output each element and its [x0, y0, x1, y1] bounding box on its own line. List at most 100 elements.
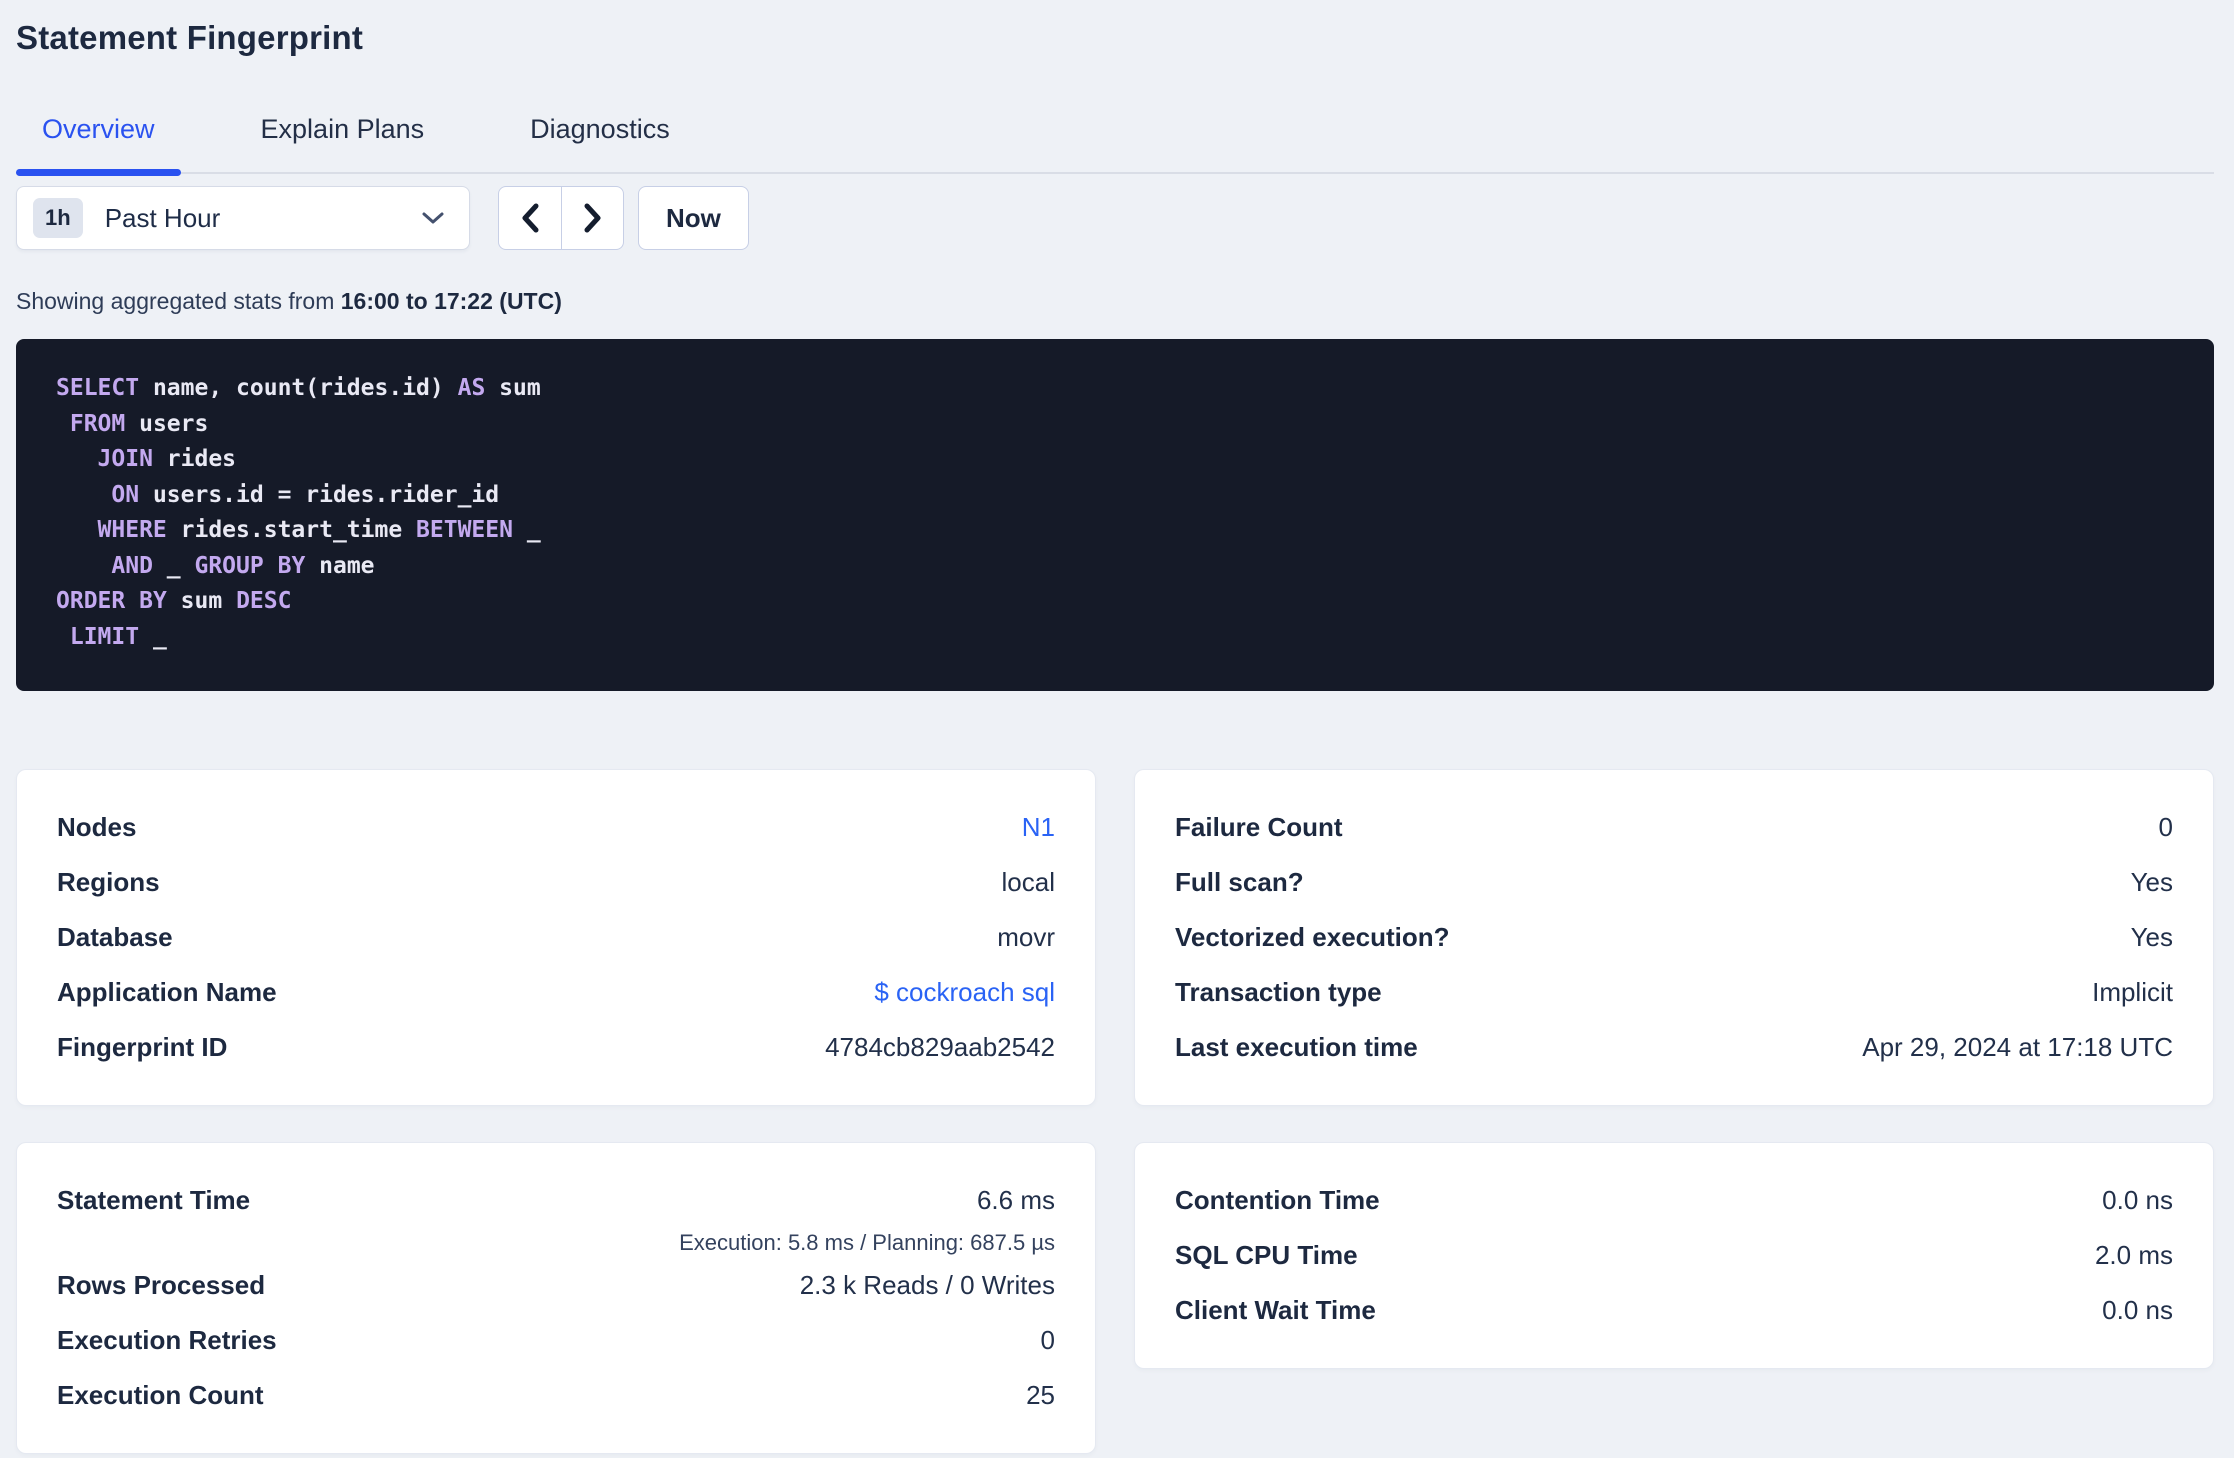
row-value-column: 2.0 ms — [2095, 1240, 2173, 1271]
row-value-column: 4784cb829aab2542 — [825, 1032, 1055, 1063]
previous-range-button[interactable] — [499, 187, 561, 249]
execution-attributes-card: Failure Count 0 Full scan? Yes Vectorized ex… — [1134, 769, 2214, 1106]
tab-overview[interactable]: Overview — [16, 114, 181, 176]
sql-line: FROM users — [69, 410, 209, 437]
row-value-column: 0.0 ns — [2102, 1295, 2173, 1326]
next-range-button[interactable] — [561, 187, 623, 249]
wait-times-card: Contention Time 0.0 ns SQL CPU Time 2.0 ms C… — [1134, 1142, 2214, 1369]
info-row: Failure Count 0 — [1175, 800, 2173, 855]
row-label: Last execution time — [1175, 1032, 1418, 1062]
row-label: Execution Retries — [57, 1325, 277, 1355]
chevron-down-icon — [422, 212, 444, 224]
row-value: 2.0 ms — [2094, 1240, 2173, 1270]
time-range-badge: 1h — [33, 198, 83, 238]
row-label: Failure Count — [1175, 812, 1343, 842]
caption-range: 16:00 to 17:22 (UTC) — [340, 288, 562, 314]
aggregated-stats-caption: Showing aggregated stats from 16:00 to 1… — [16, 288, 2214, 315]
row-value-link[interactable]: $ cockroach sql — [874, 977, 1055, 1008]
row-value: 0 — [2158, 812, 2173, 842]
info-row: Database movr — [57, 910, 1055, 965]
row-label: Regions — [57, 867, 160, 897]
chevron-right-icon — [584, 203, 600, 233]
row-value-column: Yes — [2131, 922, 2173, 953]
row-value: 0.0 ns — [2102, 1185, 2173, 1215]
time-controls: 1h Past Hour Now — [16, 186, 2214, 250]
statement-fingerprint-page: Statement Fingerprint Overview Explain Pl… — [0, 0, 2234, 1454]
row-value-column: $ cockroach sql — [874, 977, 1055, 1008]
info-row: SQL CPU Time 2.0 ms — [1175, 1228, 2173, 1283]
row-value: Yes — [2130, 922, 2173, 952]
row-subvalue: Execution: 5.8 ms / Planning: 687.5 µs — [679, 1230, 1055, 1255]
info-row: Client Wait Time 0.0 ns — [1175, 1283, 2173, 1338]
row-value: 0 — [1040, 1325, 1055, 1355]
tab-bar: Overview Explain Plans Diagnostics — [16, 114, 2214, 176]
row-value-column: 0 — [1041, 1325, 1055, 1356]
timing-cards-row: Statement Time 6.6 ms Execution: 5.8 ms / … — [16, 1142, 2214, 1454]
row-label: Contention Time — [1175, 1185, 1380, 1215]
row-label: Full scan? — [1175, 867, 1304, 897]
sql-line: SELECT name, count(rides.id) AS sum — [56, 375, 541, 401]
row-label: Execution Count — [57, 1380, 264, 1410]
row-value: Apr 29, 2024 at 17:18 UTC — [1862, 1032, 2173, 1062]
row-value-column: 6.6 ms Execution: 5.8 ms / Planning: 687.… — [679, 1173, 1055, 1258]
row-value: 4784cb829aab2542 — [825, 1032, 1055, 1062]
row-value-column: 2.3 k Reads / 0 Writes — [800, 1270, 1055, 1301]
row-value-column: local — [1002, 867, 1055, 898]
info-row: Transaction type Implicit — [1175, 965, 2173, 1020]
info-row: Statement Time 6.6 ms Execution: 5.8 ms / … — [57, 1173, 1055, 1258]
chevron-left-icon — [522, 203, 539, 233]
sql-line: AND _ GROUP BY name — [111, 552, 375, 579]
row-value-column: movr — [997, 922, 1055, 953]
statement-timing-card: Statement Time 6.6 ms Execution: 5.8 ms / … — [16, 1142, 1096, 1454]
row-value: local — [1001, 867, 1055, 897]
info-row: Application Name $ cockroach sql — [57, 965, 1055, 1020]
info-row: Fingerprint ID 4784cb829aab2542 — [57, 1020, 1055, 1075]
tab-explain-plans[interactable]: Explain Plans — [235, 114, 451, 172]
row-value-column: N1 — [1022, 812, 1055, 843]
time-step-buttons — [498, 186, 624, 250]
row-label: Database — [57, 922, 173, 952]
info-row: Regions local — [57, 855, 1055, 910]
sql-line: ORDER BY sum DESC — [56, 588, 292, 614]
sql-line: ON users.id = rides.rider_id — [111, 481, 500, 508]
row-label: Rows Processed — [57, 1270, 266, 1300]
row-value-link[interactable]: N1 — [1022, 812, 1055, 843]
sql-statement-box: SELECT name, count(rides.id) AS sum FROM… — [16, 339, 2214, 691]
row-value-column: 0.0 ns — [2102, 1185, 2173, 1216]
row-value-column: 25 — [1026, 1380, 1055, 1411]
row-value: Yes — [2130, 867, 2173, 897]
info-row: Nodes N1 — [57, 800, 1055, 855]
row-label: Application Name — [57, 977, 277, 1007]
info-row: Execution Count 25 — [57, 1368, 1055, 1423]
sql-line: JOIN rides — [97, 446, 237, 472]
sql-line: WHERE rides.start_time BETWEEN _ — [97, 517, 541, 543]
row-value-column: Implicit — [2092, 977, 2173, 1008]
info-row: Last execution time Apr 29, 2024 at 17:18… — [1175, 1020, 2173, 1075]
time-range-label: Past Hour — [104, 202, 221, 233]
row-label: Transaction type — [1175, 977, 1382, 1007]
row-value: Implicit — [2092, 977, 2173, 1007]
info-row: Contention Time 0.0 ns — [1175, 1173, 2173, 1228]
row-label: Nodes — [57, 812, 137, 842]
page-title: Statement Fingerprint — [16, 19, 364, 56]
row-value-column: Apr 29, 2024 at 17:18 UTC — [1862, 1032, 2173, 1063]
info-row: Execution Retries 0 — [57, 1313, 1055, 1368]
row-value-column: Yes — [2131, 867, 2173, 898]
row-value: 6.6 ms — [976, 1185, 1055, 1215]
statement-details-card: Nodes N1 Regions local Database movr Applicati… — [16, 769, 1096, 1106]
info-row: Vectorized execution? Yes — [1175, 910, 2173, 965]
caption-prefix: Showing aggregated stats from — [16, 288, 341, 314]
row-value-column: 0 — [2159, 812, 2173, 843]
row-label: Client Wait Time — [1175, 1295, 1376, 1325]
row-value: movr — [997, 922, 1055, 952]
info-row: Rows Processed 2.3 k Reads / 0 Writes — [57, 1258, 1055, 1313]
row-label: Vectorized execution? — [1175, 922, 1450, 952]
time-range-picker[interactable]: 1h Past Hour — [16, 186, 470, 250]
row-label: Statement Time — [57, 1185, 251, 1215]
row-label: SQL CPU Time — [1175, 1240, 1358, 1270]
tab-diagnostics[interactable]: Diagnostics — [504, 114, 696, 172]
row-value: 0.0 ns — [2102, 1295, 2173, 1325]
row-value: 25 — [1026, 1380, 1055, 1410]
row-value: 2.3 k Reads / 0 Writes — [799, 1270, 1055, 1300]
now-button[interactable]: Now — [638, 186, 749, 250]
